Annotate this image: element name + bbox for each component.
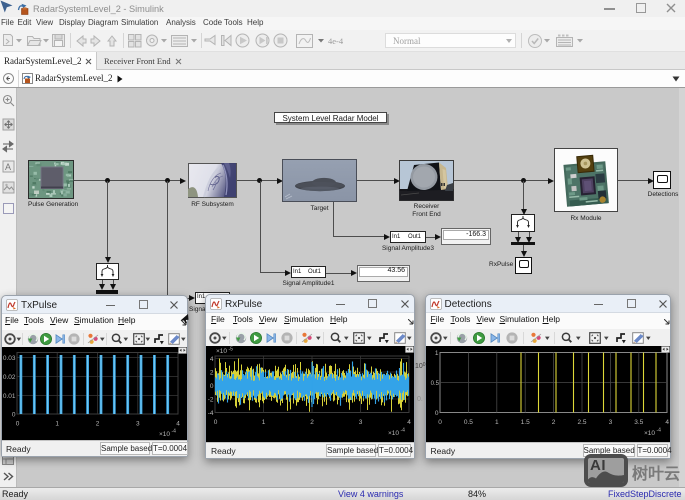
svg-text:2: 2 xyxy=(551,419,555,426)
svg-text:0: 0 xyxy=(214,419,218,426)
svg-text:3.5: 3.5 xyxy=(634,419,643,426)
svg-text:4: 4 xyxy=(407,419,411,426)
svg-text:0: 0 xyxy=(16,421,20,428)
svg-text:0: 0 xyxy=(434,410,438,417)
svg-text:2: 2 xyxy=(210,370,214,377)
svg-text:1: 1 xyxy=(55,421,59,428)
svg-text:-4: -4 xyxy=(656,428,661,434)
svg-text:4: 4 xyxy=(210,356,214,363)
svg-text:4: 4 xyxy=(665,419,669,426)
svg-text:0: 0 xyxy=(12,412,16,419)
svg-text:0.01: 0.01 xyxy=(3,393,16,400)
svg-text:1: 1 xyxy=(262,419,266,426)
svg-text:0.5: 0.5 xyxy=(463,419,472,426)
svg-text:-4: -4 xyxy=(208,410,214,417)
svg-text:1: 1 xyxy=(434,350,438,357)
svg-text:0.5: 0.5 xyxy=(430,381,439,387)
svg-text:-4: -4 xyxy=(401,428,406,434)
svg-text:3: 3 xyxy=(608,419,612,426)
svg-text:-5: -5 xyxy=(229,347,234,353)
svg-text:1: 1 xyxy=(494,419,498,426)
svg-text:-4: -4 xyxy=(172,429,177,435)
svg-text:0.02: 0.02 xyxy=(3,374,16,381)
svg-text:0: 0 xyxy=(438,419,442,426)
svg-text:-2: -2 xyxy=(208,397,214,404)
svg-text:2.5: 2.5 xyxy=(577,419,586,426)
svg-text:2: 2 xyxy=(96,421,100,428)
svg-text:2: 2 xyxy=(310,419,314,426)
svg-text:3: 3 xyxy=(359,419,363,426)
svg-text:×10: ×10 xyxy=(644,430,655,437)
svg-text:×10: ×10 xyxy=(388,430,399,437)
svg-text:1.5: 1.5 xyxy=(520,419,529,426)
svg-text:4: 4 xyxy=(176,421,180,428)
svg-text:0.03: 0.03 xyxy=(3,355,16,362)
svg-text:×10: ×10 xyxy=(216,348,227,355)
svg-text:×10: ×10 xyxy=(159,431,170,438)
svg-text:3: 3 xyxy=(136,421,140,428)
svg-text:0: 0 xyxy=(210,383,214,390)
